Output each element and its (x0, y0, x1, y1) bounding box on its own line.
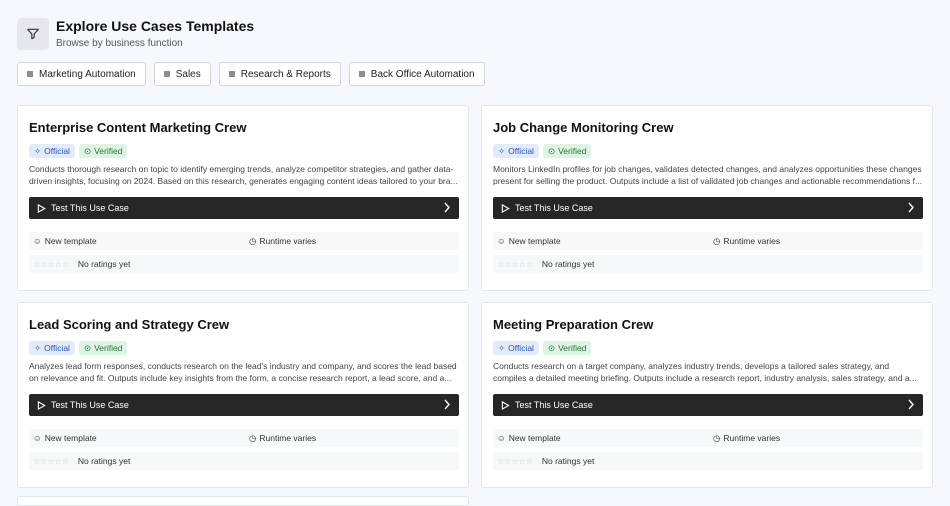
filter-label: Sales (175, 68, 201, 80)
filter-back-office-automation[interactable]: Back Office Automation (348, 62, 485, 86)
sparkle-icon: ✧ (498, 342, 506, 353)
category-filters: Marketing Automation Sales Research & Re… (17, 62, 485, 86)
ratings-text: No ratings yet (77, 456, 131, 466)
filter-label: Research & Reports (240, 68, 331, 80)
card-description: Monitors LinkedIn profiles for job chang… (493, 164, 923, 186)
runtime-status: Runtime varies (259, 433, 317, 443)
star-rating-icon: ☆☆☆☆☆ (33, 456, 69, 466)
user-icon: ☺ (33, 236, 42, 246)
card-title: Lead Scoring and Strategy Crew (29, 317, 230, 332)
filter-label: Marketing Automation (39, 68, 136, 80)
verified-badge: ⊙ Verified (542, 341, 592, 355)
square-icon (358, 71, 365, 77)
test-use-case-button[interactable]: Test This Use Case (29, 394, 459, 416)
card-title: Job Change Monitoring Crew (493, 120, 674, 135)
verified-badge: ⊙ Verified (542, 144, 592, 158)
play-icon (37, 400, 46, 410)
use-case-card: Job Change Monitoring Crew ✧ Official ⊙ Ve… (481, 105, 933, 291)
user-icon: ☺ (497, 433, 506, 443)
page-title: Explore Use Cases Templates (56, 17, 255, 34)
card-description: Conducts research on a target company, a… (493, 361, 917, 383)
filter-icon (17, 18, 49, 50)
template-status: New template (508, 236, 561, 246)
sparkle-icon: ✧ (498, 145, 506, 156)
ratings-text: No ratings yet (77, 259, 131, 269)
page-subtitle: Browse by business function (56, 37, 183, 49)
filter-marketing-automation[interactable]: Marketing Automation (17, 62, 146, 86)
card-title: Enterprise Content Marketing Crew (29, 120, 247, 135)
card-description: Analyzes lead form responses, conducts r… (29, 361, 457, 383)
clock-icon: ◷ (713, 235, 721, 246)
check-circle-icon: ⊙ (83, 145, 92, 156)
star-rating-icon: ☆☆☆☆☆ (497, 259, 533, 269)
sparkle-icon: ✧ (34, 342, 42, 353)
template-status: New template (44, 433, 97, 443)
chevron-right-icon (908, 399, 914, 410)
check-circle-icon: ⊙ (547, 145, 556, 156)
chevron-right-icon (444, 202, 450, 213)
ratings-text: No ratings yet (541, 456, 595, 466)
page-header: Explore Use Cases Templates Browse by bu… (17, 18, 254, 50)
check-circle-icon: ⊙ (83, 342, 92, 353)
play-icon (37, 203, 46, 213)
star-rating-icon: ☆☆☆☆☆ (497, 456, 533, 466)
filter-sales[interactable]: Sales (153, 62, 211, 86)
official-badge: ✧ Official (29, 144, 75, 158)
clock-icon: ◷ (713, 432, 721, 443)
verified-badge: ⊙ Verified (78, 341, 128, 355)
star-rating-icon: ☆☆☆☆☆ (33, 259, 69, 269)
test-use-case-button[interactable]: Test This Use Case (493, 394, 923, 416)
square-icon (228, 71, 235, 77)
user-icon: ☺ (33, 433, 42, 443)
next-card-partial (17, 496, 469, 506)
template-status: New template (44, 236, 97, 246)
official-badge: ✧ Official (29, 341, 75, 355)
verified-badge: ⊙ Verified (78, 144, 128, 158)
clock-icon: ◷ (249, 432, 257, 443)
chevron-right-icon (444, 399, 450, 410)
official-badge: ✧ Official (493, 341, 539, 355)
square-icon (27, 71, 33, 77)
runtime-status: Runtime varies (723, 236, 781, 246)
chevron-right-icon (908, 202, 914, 213)
card-title: Meeting Preparation Crew (493, 317, 654, 332)
check-circle-icon: ⊙ (547, 342, 556, 353)
test-use-case-button[interactable]: Test This Use Case (29, 197, 459, 219)
test-use-case-button[interactable]: Test This Use Case (493, 197, 923, 219)
runtime-status: Runtime varies (259, 236, 317, 246)
ratings-text: No ratings yet (541, 259, 595, 269)
use-case-card: Enterprise Content Marketing Crew ✧ Offic… (17, 105, 469, 291)
user-icon: ☺ (497, 236, 506, 246)
template-status: New template (508, 433, 561, 443)
filter-research-reports[interactable]: Research & Reports (218, 62, 341, 86)
square-icon (163, 71, 170, 77)
filter-label: Back Office Automation (370, 68, 475, 80)
play-icon (501, 203, 510, 213)
play-icon (501, 400, 510, 410)
use-case-card: Meeting Preparation Crew ✧ Official ⊙ Veri… (481, 302, 933, 488)
sparkle-icon: ✧ (34, 145, 42, 156)
card-description: Conducts thorough research on topic to i… (29, 164, 458, 186)
runtime-status: Runtime varies (723, 433, 781, 443)
official-badge: ✧ Official (493, 144, 539, 158)
clock-icon: ◷ (249, 235, 257, 246)
use-case-card: Lead Scoring and Strategy Crew ✧ Official… (17, 302, 469, 488)
